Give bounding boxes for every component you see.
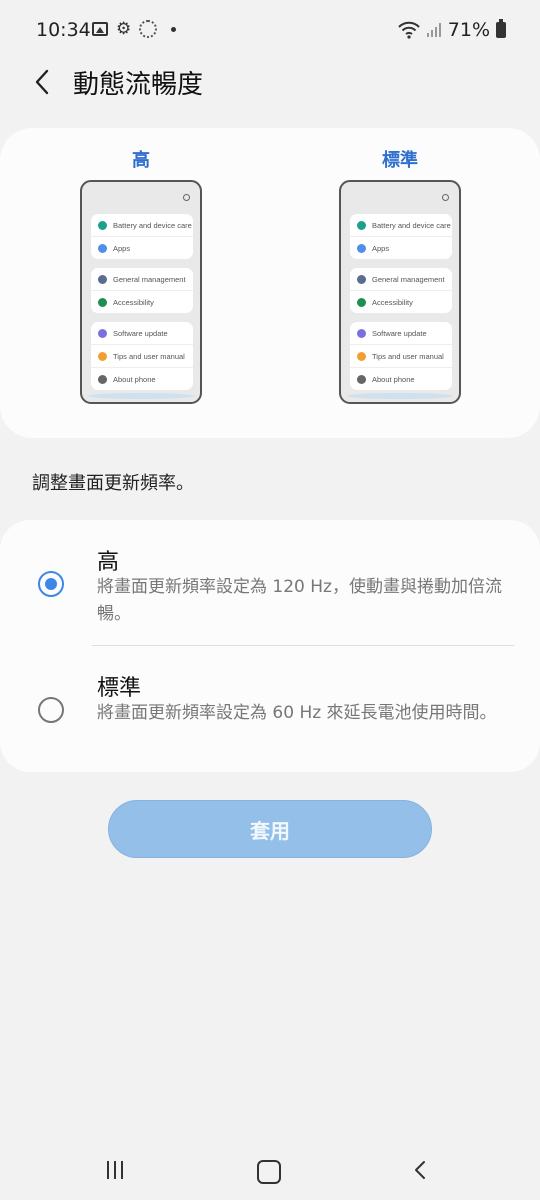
list-item: Software update	[350, 322, 452, 344]
software-update-icon	[98, 328, 107, 338]
battery-icon	[496, 19, 506, 38]
preview-high-label: 高	[132, 150, 150, 171]
list-item: General management	[91, 268, 193, 290]
signal-icon	[426, 23, 441, 37]
page-title: 動態流暢度	[73, 70, 204, 100]
general-management-icon	[357, 274, 366, 284]
phone-mockup-standard: Battery and device care Apps General man…	[339, 180, 461, 404]
app-header: 動態流暢度	[0, 62, 540, 102]
gallery-notification-icon	[92, 22, 108, 36]
phone-mockup-high: Battery and device care Apps General man…	[80, 180, 202, 404]
settings-group: General management Accessibility	[91, 268, 193, 313]
settings-group: Software update Tips and user manual Abo…	[350, 322, 452, 390]
status-bar: 10:34 ⚙ 71%	[0, 0, 540, 62]
back-arrow-icon[interactable]	[30, 66, 60, 96]
screen-glow	[347, 393, 453, 399]
apply-button[interactable]: 套用	[108, 800, 432, 858]
settings-group: Battery and device care Apps	[91, 214, 193, 259]
battery-care-icon	[98, 220, 107, 230]
battery-care-icon	[357, 220, 366, 230]
refresh-rate-preview: 高 Battery and device care Apps General m…	[0, 128, 540, 438]
list-item: Battery and device care	[91, 214, 193, 236]
accessibility-icon	[98, 297, 107, 307]
preview-high: 高 Battery and device care Apps General m…	[77, 146, 205, 404]
list-item: About phone	[91, 367, 193, 390]
list-item: Battery and device care	[350, 214, 452, 236]
settings-group: General management Accessibility	[350, 268, 452, 313]
navigation-bar	[0, 1150, 540, 1200]
option-standard[interactable]: 標準 將畫面更新頻率設定為 60 Hz 來延長電池使用時間。	[0, 646, 540, 772]
list-item: General management	[350, 268, 452, 290]
radio-standard[interactable]	[38, 697, 64, 723]
status-right: 71%	[398, 19, 506, 41]
settings-notification-icon: ⚙	[116, 19, 132, 39]
apps-icon	[357, 243, 366, 253]
list-item: Tips and user manual	[91, 344, 193, 367]
general-management-icon	[98, 274, 107, 284]
nav-back-icon[interactable]	[411, 1160, 431, 1180]
software-update-icon	[357, 328, 366, 338]
battery-percent: 71%	[447, 19, 490, 41]
list-item: Apps	[350, 236, 452, 259]
option-high-title: 高	[97, 550, 120, 575]
list-item: Software update	[91, 322, 193, 344]
search-icon	[183, 194, 190, 201]
option-high[interactable]: 高 將畫面更新頻率設定為 120 Hz，使動畫與捲動加倍流暢。	[0, 520, 540, 645]
list-item: About phone	[350, 367, 452, 390]
option-standard-title: 標準	[97, 676, 142, 701]
screen-glow	[88, 393, 194, 399]
notification-icons: ⚙	[92, 19, 177, 39]
search-icon	[442, 194, 449, 201]
preview-standard: 標準 Battery and device care Apps General …	[336, 146, 464, 404]
sync-notification-icon	[139, 20, 158, 38]
accessibility-icon	[357, 297, 366, 307]
list-item: Tips and user manual	[350, 344, 452, 367]
tips-icon	[357, 351, 366, 361]
status-time: 10:34	[36, 19, 91, 41]
option-standard-subtitle: 將畫面更新頻率設定為 60 Hz 來延長電池使用時間。	[97, 703, 497, 723]
list-item: Accessibility	[350, 290, 452, 313]
preview-standard-label: 標準	[382, 150, 418, 171]
more-notifications-icon	[171, 26, 177, 32]
wifi-icon	[398, 21, 420, 39]
about-phone-icon	[98, 374, 107, 384]
settings-group: Software update Tips and user manual Abo…	[91, 322, 193, 390]
list-item: Accessibility	[91, 290, 193, 313]
tips-icon	[98, 351, 107, 361]
home-icon[interactable]	[257, 1160, 281, 1184]
radio-high[interactable]	[38, 571, 64, 597]
page-description: 調整畫面更新頻率。	[32, 473, 194, 494]
apps-icon	[98, 243, 107, 253]
option-high-subtitle: 將畫面更新頻率設定為 120 Hz，使動畫與捲動加倍流暢。	[97, 577, 502, 624]
refresh-rate-options: 高 將畫面更新頻率設定為 120 Hz，使動畫與捲動加倍流暢。 標準 將畫面更新…	[0, 520, 540, 772]
settings-group: Battery and device care Apps	[350, 214, 452, 259]
list-item: Apps	[91, 236, 193, 259]
recent-apps-icon[interactable]	[107, 1161, 123, 1179]
about-phone-icon	[357, 374, 366, 384]
